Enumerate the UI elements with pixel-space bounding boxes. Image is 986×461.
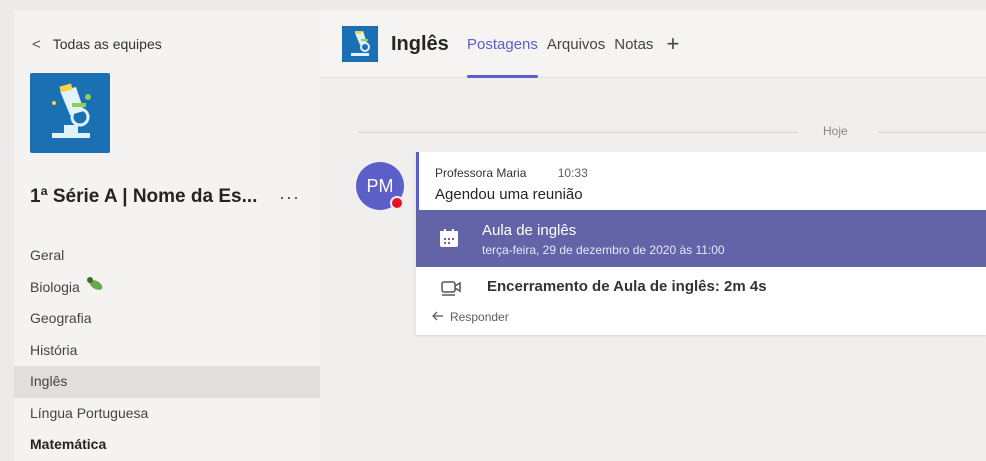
channel-historia[interactable]: História [14,335,320,367]
date-label: Hoje [823,124,848,138]
channel-geral[interactable]: Geral [14,240,320,272]
meeting-title: Aula de inglês [482,222,577,239]
channel-lingua-portuguesa[interactable]: Língua Portuguesa [14,398,320,430]
tab-postagens[interactable]: Postagens [467,10,547,78]
more-options-icon[interactable]: ··· [279,187,310,208]
meeting-ended-text: Encerramento de Aula de inglês: 2m 4s [487,278,767,295]
presence-busy-indicator [390,196,404,210]
divider-line [878,132,986,133]
add-tab-icon[interactable]: + [662,10,679,77]
channel-header: Inglês Postagens Arquivos Notas + [320,10,986,78]
divider-line [358,132,798,133]
channel-label: Geral [30,247,65,263]
channel-title: Inglês [391,33,449,55]
meeting-card[interactable]: Aula de inglês terça-feira, 29 de dezemb… [416,210,986,267]
reply-button[interactable]: Responder [432,310,509,324]
tab-arquivos[interactable]: Arquivos [547,10,614,77]
caterpillar-icon [86,272,104,304]
back-to-all-teams[interactable]: < Todas as equipes [32,34,162,54]
channel-biologia[interactable]: Biologia [14,272,320,304]
channel-label: Geografia [30,310,92,326]
channel-label: História [30,341,78,358]
channel-team-icon [342,26,378,62]
reply-arrow-icon [432,310,444,324]
post-card: Professora Maria 10:33 Agendou uma reuni… [416,152,986,335]
channel-label: Língua Portuguesa [30,404,149,421]
meeting-ended-camera-icon [440,278,462,301]
meeting-date: terça-feira, 29 de dezembro de 2020 às 1… [482,243,725,257]
sidebar: < Todas as equipes 1ª Série A | Nome da … [14,10,320,461]
tab-bar: Postagens Arquivos Notas + [467,10,679,78]
post-author[interactable]: Professora Maria [435,166,526,180]
channel-ingles[interactable]: Inglês [14,366,320,398]
meeting-ended-row: Encerramento de Aula de inglês: 2m 4s [416,267,986,307]
channel-geografia[interactable]: Geografia [14,303,320,335]
channel-matematica[interactable]: Matemática [14,429,320,461]
channel-list: Geral Biologia Geografia História Inglês… [14,240,320,461]
back-label: Todas as equipes [52,36,162,52]
team-name: 1ª Série A | Nome da Es... [30,186,258,207]
team-name-row: 1ª Série A | Nome da Es... ··· [30,186,310,208]
team-logo [30,73,110,153]
calendar-icon [438,227,460,254]
channel-label: Matemática [30,436,107,452]
date-divider: Hoje [358,124,986,140]
tab-notas[interactable]: Notas [614,10,662,77]
post-time: 10:33 [557,166,588,180]
channel-label: Inglês [30,373,68,389]
post-message: Agendou uma reunião [435,186,583,203]
chevron-left-icon: < [32,35,41,53]
main-pane: Inglês Postagens Arquivos Notas + Hoje P… [320,10,986,461]
channel-label: Biologia [30,278,80,295]
reply-label: Responder [450,310,509,324]
post-author-row: Professora Maria 10:33 [435,166,588,180]
